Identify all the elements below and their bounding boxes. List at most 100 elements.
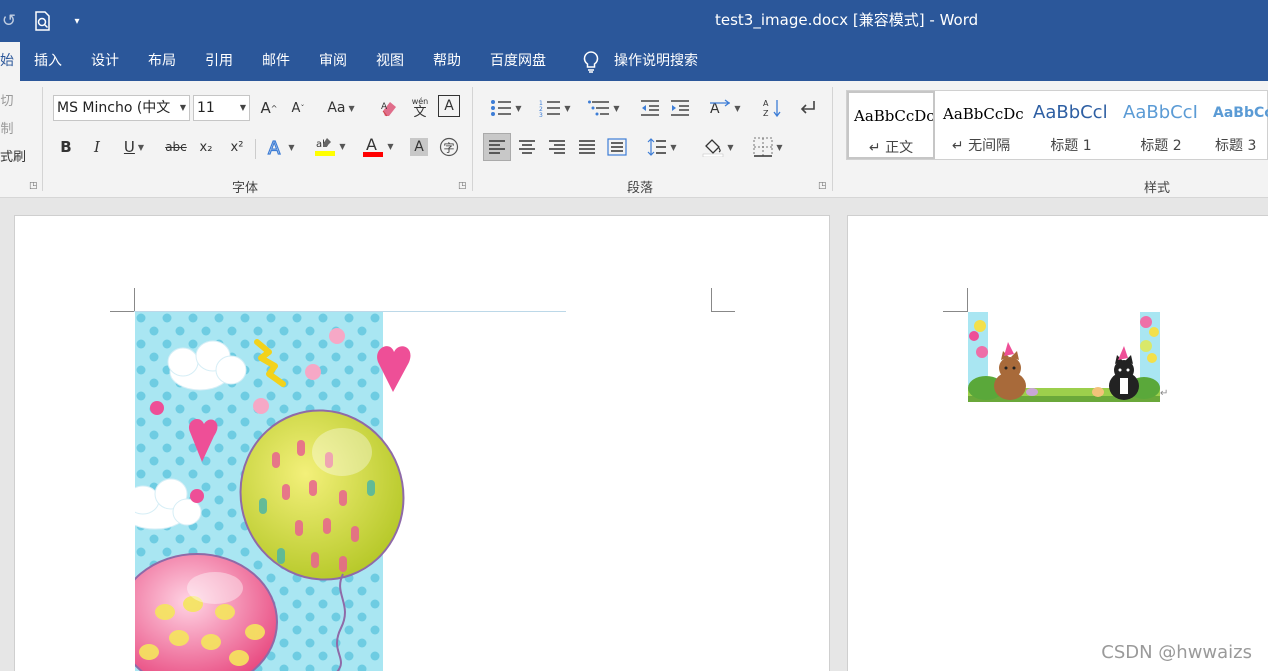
borders-icon[interactable]: ▼	[748, 135, 788, 159]
strikethrough-button[interactable]: abc	[164, 135, 188, 159]
document-page-2[interactable]: ↵	[847, 215, 1268, 671]
chevron-down-icon: ▼	[734, 103, 741, 113]
tab-design[interactable]: 设计	[91, 42, 119, 81]
tab-layout[interactable]: 布局	[148, 42, 176, 81]
underline-label: U	[123, 138, 135, 156]
chevron-down-icon: ▼	[137, 142, 145, 152]
paragraph-group-label: 段落	[627, 181, 654, 196]
line-spacing-icon[interactable]: ▼	[643, 135, 681, 159]
clipboard-launcher-icon[interactable]: ◳	[29, 181, 38, 191]
balloon-shape	[974, 320, 986, 332]
chevron-down-icon: ▼	[515, 103, 522, 113]
chevron-down-icon: ▼	[288, 142, 295, 152]
margin-corner-top-left	[110, 311, 134, 312]
sort-icon[interactable]: AZ	[762, 96, 784, 120]
font-launcher-icon[interactable]: ◳	[458, 181, 467, 191]
tab-references[interactable]: 引用	[205, 42, 233, 81]
font-name-combo[interactable]: MS Mincho (中文 ▼	[53, 95, 190, 121]
style-sample: AaBbCcDc	[854, 107, 935, 125]
chevron-down-icon: ▼	[613, 103, 620, 113]
ribbon-tabs: 始 插入 设计 布局 引用 邮件 审阅 视图 帮助 百度网盘 操作说明搜索	[0, 42, 1268, 81]
style-name: ↵ 无间隔	[951, 138, 1011, 154]
justify-button[interactable]	[575, 135, 599, 159]
highlight-color-icon[interactable]: ab ▼	[310, 134, 350, 158]
text-effects-icon[interactable]: A ▼	[262, 135, 300, 159]
chevron-down-icon: ▼	[179, 103, 186, 112]
enclose-characters-icon[interactable]: 字	[438, 135, 460, 159]
chevron-down-icon: ▼	[339, 141, 346, 151]
balloon-image[interactable]	[135, 312, 420, 671]
svg-text:3: 3	[539, 112, 543, 117]
style-name: 标题 2	[1140, 138, 1182, 154]
paragraph-launcher-icon[interactable]: ◳	[818, 181, 827, 191]
tab-insert[interactable]: 插入	[34, 42, 62, 81]
align-right-button[interactable]	[545, 135, 569, 159]
margin-corner-top-right	[711, 288, 712, 312]
svg-text:A: A	[268, 138, 281, 156]
style-heading-3[interactable]: AaBbCc 标题 3	[1207, 91, 1268, 159]
phonetic-guide-icon[interactable]: wén 文	[408, 95, 432, 119]
lightbulb-icon	[583, 51, 599, 73]
numbering-icon[interactable]: 1 2 3 ▼	[535, 96, 575, 120]
style-sample: AaBbCcI	[1123, 102, 1198, 123]
shading-icon[interactable]: ▼	[698, 135, 738, 159]
distributed-button[interactable]	[605, 135, 629, 159]
phonetic-guide-char: 文	[413, 105, 427, 120]
tab-help[interactable]: 帮助	[433, 42, 461, 81]
bold-button[interactable]: B	[56, 135, 76, 159]
style-name: ↵ 正文	[868, 140, 914, 156]
superscript-button[interactable]: x²	[226, 135, 248, 159]
chinese-layout-icon[interactable]: A ▼	[706, 96, 744, 120]
clear-formatting-icon[interactable]: A	[378, 96, 402, 120]
chevron-down-icon: ▼	[564, 103, 571, 113]
margin-corner-top-left	[943, 311, 967, 312]
font-name-value: MS Mincho (中文	[57, 100, 171, 116]
tell-me-search[interactable]: 操作说明搜索	[614, 42, 698, 81]
party-cats-image[interactable]	[968, 312, 1160, 402]
tab-baidu-netdisk[interactable]: 百度网盘	[490, 42, 546, 81]
tab-home[interactable]: 始	[0, 42, 20, 81]
redo-icon[interactable]: ↺	[0, 8, 18, 34]
chevron-down-icon: ▼	[239, 103, 246, 112]
show-marks-icon[interactable]	[797, 96, 819, 120]
csdn-watermark: CSDN @hwwaizs	[1101, 642, 1252, 663]
character-border-icon[interactable]: A	[438, 95, 460, 117]
style-sample: AaBbCcl	[1033, 102, 1108, 123]
align-center-button[interactable]	[515, 135, 539, 159]
style-heading-1[interactable]: AaBbCcl 标题 1	[1027, 91, 1115, 159]
grow-font-icon[interactable]: A ^	[258, 96, 280, 120]
document-page-1[interactable]	[14, 215, 830, 671]
customize-qat-icon[interactable]: ▾	[64, 8, 90, 34]
ribbon: 切 制 式刷 ◳ MS Mincho (中文 ▼ 11 ▼ A ^ Aˇ Aa ▼ A …	[0, 81, 1268, 198]
style-no-spacing[interactable]: AaBbCcDc ↵ 无间隔	[937, 91, 1025, 159]
change-case-button[interactable]: Aa ▼	[320, 96, 362, 120]
shrink-font-icon[interactable]: Aˇ	[287, 96, 309, 120]
svg-text:A: A	[763, 99, 769, 108]
underline-button[interactable]: U ▼	[116, 135, 152, 159]
chevron-down-icon: ▼	[670, 142, 677, 152]
change-case-label: Aa	[327, 100, 346, 116]
format-painter-button[interactable]: 式刷	[0, 143, 26, 167]
multilevel-list-icon[interactable]: ▼	[584, 96, 624, 120]
font-color-icon[interactable]: A ▼	[358, 134, 398, 158]
svg-text:Z: Z	[763, 109, 769, 118]
tab-mailings[interactable]: 邮件	[262, 42, 290, 81]
style-heading-2[interactable]: AaBbCcI 标题 2	[1117, 91, 1205, 159]
copy-button[interactable]: 制	[0, 115, 14, 139]
group-divider	[42, 87, 43, 191]
align-left-button[interactable]	[483, 133, 511, 161]
svg-text:A: A	[366, 135, 377, 154]
style-normal[interactable]: AaBbCcDc ↵ 正文	[847, 91, 935, 159]
font-size-combo[interactable]: 11 ▼	[193, 95, 250, 121]
subscript-button[interactable]: x₂	[195, 135, 217, 159]
font-group-label: 字体	[232, 181, 259, 196]
increase-indent-icon[interactable]	[669, 96, 691, 120]
print-preview-icon[interactable]	[30, 8, 56, 34]
tab-view[interactable]: 视图	[376, 42, 404, 81]
decrease-indent-icon[interactable]	[639, 96, 661, 120]
character-shading-icon[interactable]: A	[408, 135, 430, 159]
bullets-icon[interactable]: ▼	[486, 96, 526, 120]
italic-button[interactable]: I	[87, 135, 107, 159]
cut-button[interactable]: 切	[0, 87, 14, 111]
tab-review[interactable]: 审阅	[319, 42, 347, 81]
